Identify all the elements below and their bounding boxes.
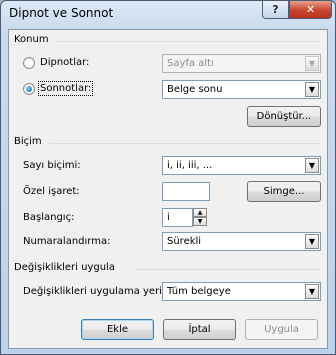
endnotes-location-value: Belge sonu (167, 84, 223, 95)
number-format-value: i, ii, iii, ... (167, 160, 213, 171)
endnotes-radio[interactable] (23, 83, 35, 95)
footnotes-location-select: Sayfa altı ▼ (162, 54, 321, 73)
chevron-down-icon[interactable]: ▼ (305, 234, 319, 249)
footnotes-location-value: Sayfa altı (167, 58, 214, 69)
endnotes-label: Sonnotlar: (37, 81, 94, 96)
chevron-down-icon[interactable]: ▼ (305, 284, 319, 299)
window-title: Dipnot ve Sonnot (9, 6, 114, 20)
insert-button[interactable]: Ekle (81, 319, 154, 340)
symbol-button[interactable]: Simge... (247, 181, 321, 202)
start-at-spinner[interactable]: ▲ ▼ (193, 208, 207, 227)
spin-up-icon[interactable]: ▲ (193, 208, 207, 217)
group-divider (54, 41, 320, 42)
endnotes-location-select[interactable]: Belge sonu ▼ (162, 80, 321, 99)
apply-to-label: Değişiklikleri uygulama yeri: (23, 286, 166, 297)
cancel-button[interactable]: İptal (163, 319, 236, 340)
chevron-down-icon[interactable]: ▼ (305, 158, 319, 173)
group-label-bicim: Biçim (14, 136, 42, 147)
apply-button: Uygula (245, 319, 318, 340)
group-divider (49, 143, 320, 144)
dialog-body: Konum Dipnotlar: Sayfa altı ▼ Sonnotlar:… (8, 29, 328, 349)
apply-to-value: Tüm belgeye (167, 286, 231, 297)
dialog-window: Dipnot ve Sonnot ? ✕ Konum Dipnotlar: Sa… (0, 0, 336, 355)
convert-button[interactable]: Dönüştür... (247, 106, 321, 127)
chevron-down-icon[interactable]: ▼ (305, 82, 319, 97)
footnotes-radio[interactable] (23, 57, 35, 69)
footnotes-label: Dipnotlar: (40, 57, 90, 68)
numbering-label: Numaralandırma: (23, 236, 111, 247)
group-label-konum: Konum (14, 34, 49, 45)
chevron-down-icon: ▼ (305, 56, 319, 71)
numbering-select[interactable]: Sürekli ▼ (162, 232, 321, 251)
start-at-input[interactable]: i (162, 208, 193, 227)
numbering-value: Sürekli (167, 236, 202, 247)
custom-mark-input[interactable] (162, 182, 210, 201)
custom-mark-label: Özel işaret: (23, 186, 80, 197)
apply-to-select[interactable]: Tüm belgeye ▼ (162, 282, 321, 301)
close-button[interactable]: ✕ (289, 1, 332, 19)
title-bar[interactable]: Dipnot ve Sonnot ? ✕ (1, 1, 335, 25)
spin-down-icon[interactable]: ▼ (193, 217, 207, 226)
number-format-label: Sayı biçimi: (23, 160, 81, 171)
number-format-select[interactable]: i, ii, iii, ... ▼ (162, 156, 321, 175)
help-button[interactable]: ? (262, 1, 289, 19)
group-divider (135, 269, 320, 270)
start-at-label: Başlangıç: (23, 212, 75, 223)
group-label-apply: Değişiklikleri uygula (14, 262, 115, 273)
